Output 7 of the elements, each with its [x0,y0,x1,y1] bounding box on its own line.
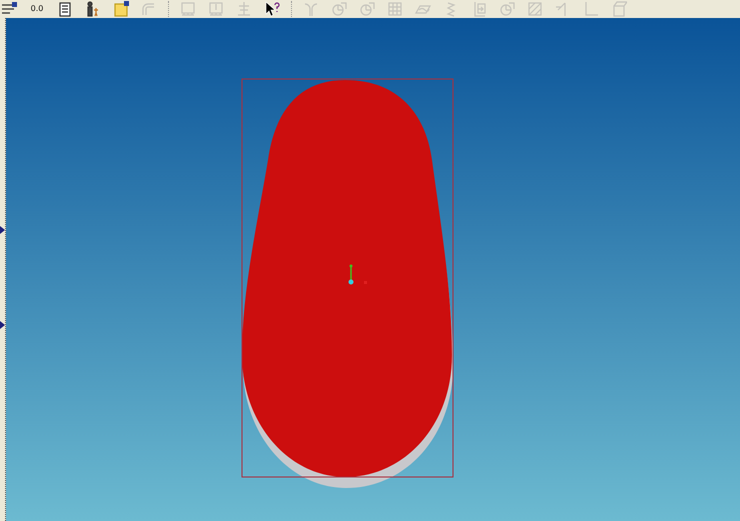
panel-sash[interactable] [0,18,6,521]
help-tool-button[interactable] [263,0,281,18]
sash-arrow-icon[interactable] [0,226,5,234]
note-tool-button[interactable] [112,0,130,18]
sash-arrow-icon[interactable] [0,321,5,329]
coordinate-axes-icon [348,264,367,284]
dimension-tool-button[interactable]: 0.0 [28,0,46,18]
